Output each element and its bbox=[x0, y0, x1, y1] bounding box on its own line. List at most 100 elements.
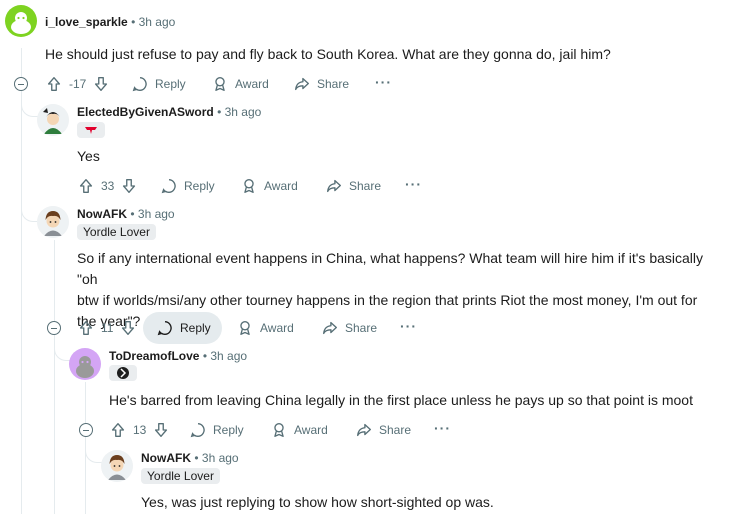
comment-body: Yes, was just replying to show how short… bbox=[141, 494, 494, 510]
comment-author[interactable]: i_love_sparkle • 3h ago bbox=[45, 15, 175, 29]
comment-body: Yes bbox=[77, 148, 100, 164]
meta-separator: • bbox=[194, 451, 199, 465]
award-button[interactable]: Award bbox=[270, 414, 328, 446]
downvote-icon[interactable] bbox=[92, 75, 110, 93]
share-icon bbox=[357, 423, 371, 437]
avatar[interactable] bbox=[101, 450, 133, 482]
team-flair-icon bbox=[109, 365, 137, 381]
vote-controls: -17 bbox=[45, 68, 110, 100]
vote-score: 13 bbox=[133, 423, 147, 437]
comment-time: 3h ago bbox=[137, 207, 175, 221]
award-button[interactable]: Award bbox=[211, 68, 269, 100]
reddit-snoo-icon bbox=[76, 356, 94, 378]
reply-button[interactable]: Reply bbox=[131, 68, 186, 100]
upvote-icon[interactable] bbox=[45, 75, 63, 93]
vote-controls: 13 bbox=[109, 414, 170, 446]
character-avatar-icon bbox=[37, 206, 69, 238]
downvote-icon[interactable] bbox=[119, 319, 137, 337]
award-icon bbox=[240, 321, 250, 335]
meta-separator: • bbox=[130, 207, 135, 221]
comment-author[interactable]: NowAFK • 3h ago bbox=[141, 451, 239, 465]
comment-author[interactable]: ElectedByGivenASword • 3h ago bbox=[77, 105, 261, 119]
share-label: Share bbox=[345, 321, 378, 335]
character-avatar-icon bbox=[37, 104, 69, 136]
reply-button[interactable]: Reply bbox=[156, 312, 211, 344]
user-flair: Yordle Lover bbox=[141, 468, 220, 484]
vote-score: 11 bbox=[101, 321, 114, 335]
meta-separator: • bbox=[202, 349, 208, 363]
comment-time: 3h ago bbox=[224, 105, 262, 119]
share-label: Share bbox=[349, 179, 382, 193]
award-icon bbox=[215, 77, 225, 91]
reply-icon bbox=[157, 321, 172, 336]
reply-icon bbox=[190, 423, 205, 438]
upvote-icon[interactable] bbox=[77, 319, 95, 337]
award-label: Award bbox=[264, 179, 298, 193]
share-button[interactable]: Share bbox=[325, 170, 381, 202]
meta-separator: • bbox=[131, 15, 136, 29]
comment-author[interactable]: ToDreamofLove • 3h ago bbox=[109, 349, 247, 363]
vote-score: -17 bbox=[69, 77, 87, 91]
comment-body-line: So if any international event happens in… bbox=[77, 250, 704, 287]
collapse-icon[interactable] bbox=[79, 423, 93, 437]
award-icon bbox=[244, 179, 254, 193]
thread-line bbox=[54, 240, 55, 514]
thread-elbow bbox=[85, 444, 102, 463]
collapse-icon[interactable] bbox=[47, 321, 61, 335]
thread-elbow bbox=[21, 205, 38, 222]
comment-author[interactable]: NowAFK • 3h ago bbox=[77, 207, 175, 221]
share-button[interactable]: Share bbox=[321, 312, 377, 344]
share-icon bbox=[327, 179, 341, 193]
share-icon bbox=[295, 77, 309, 91]
upvote-icon[interactable] bbox=[109, 421, 127, 439]
award-label: Award bbox=[260, 321, 294, 335]
meta-separator: • bbox=[217, 105, 222, 119]
downvote-icon[interactable] bbox=[120, 177, 138, 195]
avatar[interactable] bbox=[37, 206, 69, 238]
share-button[interactable]: Share bbox=[293, 68, 349, 100]
avatar[interactable] bbox=[5, 5, 37, 37]
user-flair: Yordle Lover bbox=[77, 224, 156, 240]
thread-elbow bbox=[21, 100, 38, 117]
avatar[interactable] bbox=[37, 104, 69, 136]
reply-button[interactable]: Reply bbox=[189, 414, 244, 446]
comment-body: He's barred from leaving China legally i… bbox=[109, 392, 693, 408]
reply-label: Reply bbox=[184, 179, 215, 193]
comment-time: 3h ago bbox=[201, 451, 239, 465]
comment-body-line: btw if worlds/msi/any other tourney happ… bbox=[77, 292, 698, 308]
vote-controls: 33 bbox=[77, 170, 138, 202]
comment-time: 3h ago bbox=[138, 15, 176, 29]
more-icon[interactable]: ··· bbox=[400, 318, 417, 334]
award-button[interactable]: Award bbox=[236, 312, 294, 344]
reply-icon bbox=[132, 77, 147, 92]
reply-label: Reply bbox=[213, 423, 244, 437]
avatar[interactable] bbox=[69, 348, 101, 380]
vote-controls: 11 bbox=[77, 312, 137, 344]
vote-score: 33 bbox=[101, 179, 115, 193]
thread-line bbox=[21, 48, 22, 514]
share-label: Share bbox=[379, 423, 412, 437]
reply-label: Reply bbox=[155, 77, 186, 91]
award-label: Award bbox=[294, 423, 328, 437]
reply-button[interactable]: Reply bbox=[160, 170, 215, 202]
share-button[interactable]: Share bbox=[355, 414, 411, 446]
team-flair-icon bbox=[77, 122, 105, 138]
share-label: Share bbox=[317, 77, 350, 91]
upvote-icon[interactable] bbox=[77, 177, 95, 195]
award-button[interactable]: Award bbox=[240, 170, 298, 202]
reddit-snoo-icon bbox=[11, 12, 31, 34]
downvote-icon[interactable] bbox=[152, 421, 170, 439]
award-label: Award bbox=[235, 77, 269, 91]
more-icon[interactable]: ··· bbox=[375, 74, 392, 90]
collapse-icon[interactable] bbox=[14, 77, 28, 91]
more-icon[interactable]: ··· bbox=[434, 420, 451, 436]
reply-label: Reply bbox=[180, 321, 211, 335]
more-icon[interactable]: ··· bbox=[405, 176, 422, 192]
thread-elbow bbox=[54, 344, 71, 361]
comment-body: He should just refuse to pay and fly bac… bbox=[45, 46, 611, 62]
comment-time: 3h ago bbox=[210, 349, 248, 363]
character-avatar-icon bbox=[101, 450, 133, 482]
award-icon bbox=[274, 423, 284, 437]
reply-icon bbox=[161, 179, 176, 194]
share-icon bbox=[323, 321, 337, 335]
